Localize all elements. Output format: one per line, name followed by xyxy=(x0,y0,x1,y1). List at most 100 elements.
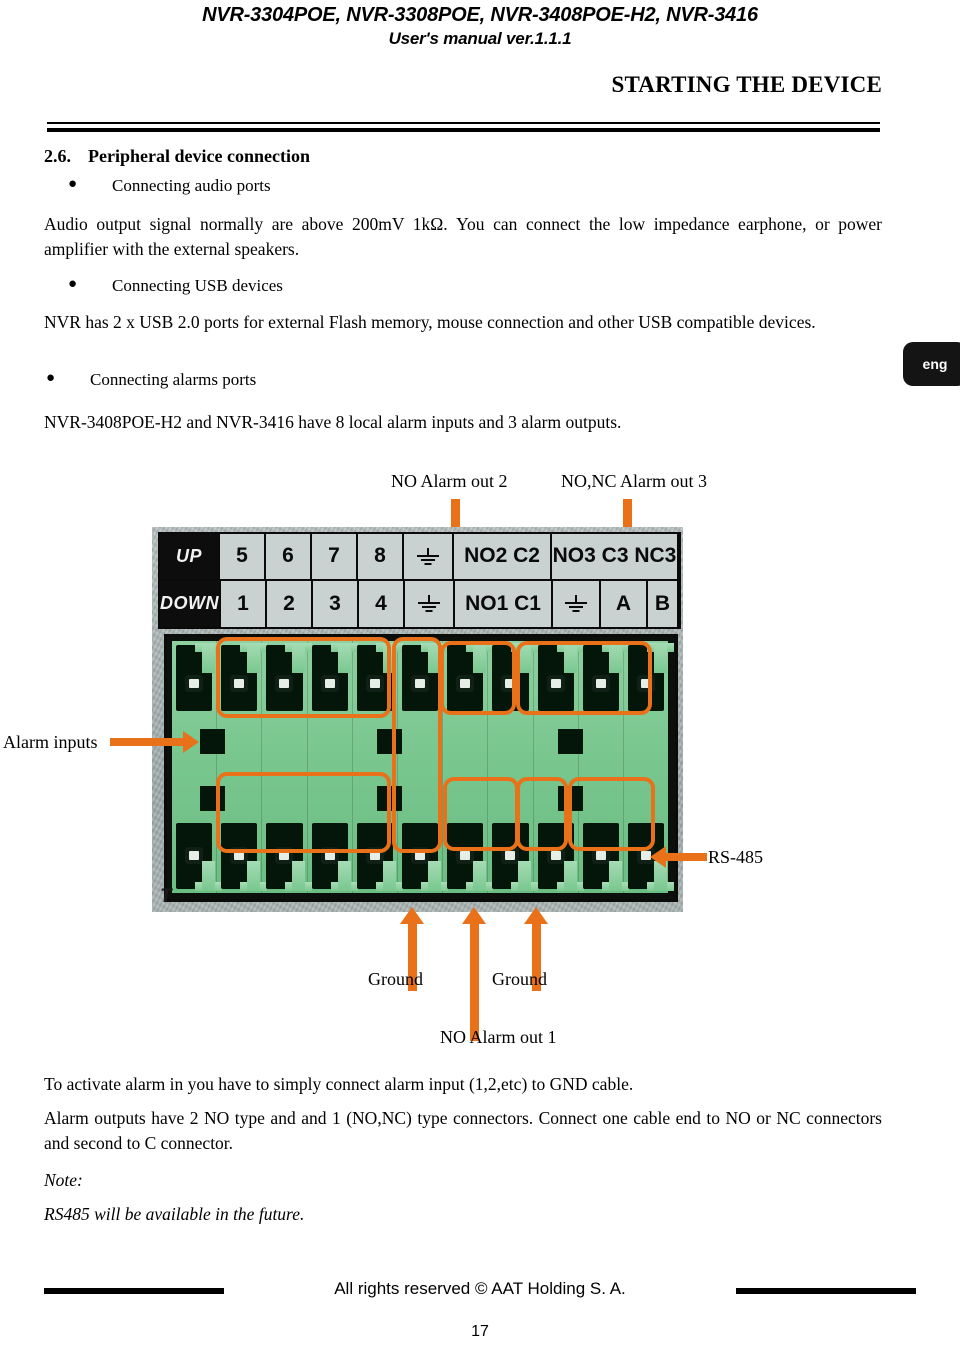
plate-cell-6: 6 xyxy=(266,534,312,581)
terminal-tab xyxy=(337,643,351,673)
header-rule-thin xyxy=(47,122,880,124)
note-heading: Note: xyxy=(44,1170,83,1190)
screw-icon xyxy=(415,851,426,860)
arrow-head-ground-left xyxy=(400,907,424,924)
arrow-line-rs485 xyxy=(665,853,707,861)
terminal-tab xyxy=(608,643,622,673)
terminal-port xyxy=(172,641,225,893)
green-terminal-connector xyxy=(164,634,678,902)
screw-icon xyxy=(640,679,651,688)
terminal-tab xyxy=(473,861,487,891)
bullet-label: Connecting audio ports xyxy=(112,176,271,195)
callout-no-alarm-out-1: NO Alarm out 1 xyxy=(440,1027,557,1047)
terminal-port-c3 xyxy=(579,641,629,893)
alarm-connector-diagram: NO Alarm out 2 NO,NC Alarm out 3 UP 5 6 … xyxy=(0,455,960,1075)
plate-cell-no2-c2: NO2 C2 xyxy=(454,534,552,581)
plate-cell-ground-rs485 xyxy=(553,580,601,627)
callout-alarm-inputs: Alarm inputs xyxy=(3,732,98,752)
screw-icon xyxy=(550,851,561,860)
callout-ground-left: Ground xyxy=(368,969,423,989)
terminal-tab xyxy=(382,643,396,673)
terminal-tab xyxy=(337,861,351,891)
screw-icon xyxy=(279,679,290,688)
terminal-tab xyxy=(608,861,622,891)
terminal-tab xyxy=(247,643,261,673)
ground-symbol-icon xyxy=(417,547,439,565)
note-rs485: RS485 will be available in the future. xyxy=(44,1204,305,1224)
callout-rs485: RS-485 xyxy=(708,847,764,867)
paragraph-alarm-outputs: Alarm outputs have 2 NO type and and 1 (… xyxy=(44,1108,882,1153)
terminal-tab xyxy=(428,643,442,673)
terminal-tab xyxy=(292,643,306,673)
terminal-port-ground-left xyxy=(353,641,403,893)
section-title: Peripheral device connection xyxy=(88,146,310,166)
header-manual-version: User's manual ver.1.1.1 xyxy=(388,29,572,48)
screw-icon xyxy=(279,851,290,860)
screw-icon xyxy=(234,851,245,860)
header-section-title: STARTING THE DEVICE xyxy=(611,72,882,97)
connector-ports xyxy=(172,641,674,893)
bullet-dot-icon: ● xyxy=(46,370,56,386)
paragraph-activate-alarm: To activate alarm in you have to simply … xyxy=(44,1074,634,1094)
screw-icon xyxy=(505,679,516,688)
terminal-tab xyxy=(563,861,577,891)
terminal-label-plate: UP 5 6 7 8 NO2 C2 NO3 C3 NC3 DOWN 1 2 3 … xyxy=(158,532,681,629)
screw-icon xyxy=(324,679,335,688)
plate-cell-no3-c3-nc3: NO3 C3 NC3 xyxy=(552,534,679,581)
arrow-head-rs485 xyxy=(650,846,666,868)
terminal-tab xyxy=(563,643,577,673)
plate-cell-ground-down xyxy=(405,580,455,627)
language-tab-eng[interactable]: eng xyxy=(903,342,960,386)
language-tab-label: eng xyxy=(922,356,948,372)
bullet-label: Connecting alarms ports xyxy=(90,370,257,389)
callout-ground-right: Ground xyxy=(492,969,547,989)
terminal-port-no2 xyxy=(398,641,449,893)
pcb-mark-t: T xyxy=(160,886,172,907)
screw-icon xyxy=(369,851,380,860)
paragraph-usb: NVR has 2 x USB 2.0 ports for external F… xyxy=(44,312,816,332)
connector-body xyxy=(172,641,674,893)
screw-icon xyxy=(234,679,245,688)
terminal-tab xyxy=(518,643,532,673)
screw-icon xyxy=(369,679,380,688)
terminal-tab xyxy=(428,861,442,891)
screw-icon xyxy=(189,679,200,688)
plate-cell-5: 5 xyxy=(220,534,266,581)
callout-no-nc-alarm-out-3: NO,NC Alarm out 3 xyxy=(561,471,707,491)
terminal-tab xyxy=(518,861,532,891)
screw-icon xyxy=(505,851,516,860)
ground-symbol-icon xyxy=(418,595,440,613)
screw-icon xyxy=(595,679,606,688)
plate-cell-1: 1 xyxy=(221,580,267,627)
screw-icon xyxy=(460,851,471,860)
screw-icon xyxy=(460,679,471,688)
plate-cell-no1-c1: NO1 C1 xyxy=(455,580,553,627)
arrow-line-alarm-inputs xyxy=(110,738,185,746)
terminal-port-no3 xyxy=(534,641,584,893)
plate-cell-down: DOWN xyxy=(160,580,221,627)
screw-icon xyxy=(595,851,606,860)
terminal-port xyxy=(262,641,313,893)
plate-cell-8: 8 xyxy=(358,534,404,581)
terminal-tab xyxy=(473,643,487,673)
screw-icon xyxy=(415,679,426,688)
section-number: 2.6. xyxy=(44,146,71,166)
plate-cell-4: 4 xyxy=(359,580,405,627)
arrow-head-ground-right xyxy=(524,907,548,924)
bullet-label: Connecting USB devices xyxy=(112,276,283,295)
terminal-port-c2 xyxy=(443,641,494,893)
terminal-tab xyxy=(653,643,667,673)
footer-copyright: All rights reserved © AAT Holding S. A. xyxy=(334,1279,626,1298)
terminal-port xyxy=(217,641,268,893)
plate-cell-3: 3 xyxy=(313,580,359,627)
plate-cell-7: 7 xyxy=(312,534,358,581)
terminal-tab xyxy=(202,861,216,891)
terminal-tab xyxy=(292,861,306,891)
terminal-tab xyxy=(247,861,261,891)
plate-cell-a: A xyxy=(601,580,648,627)
plate-cell-2: 2 xyxy=(267,580,313,627)
terminal-port-ground-right xyxy=(488,641,539,893)
screw-icon xyxy=(189,851,200,860)
screw-icon xyxy=(550,679,561,688)
arrow-head-alarm-inputs xyxy=(183,731,199,753)
